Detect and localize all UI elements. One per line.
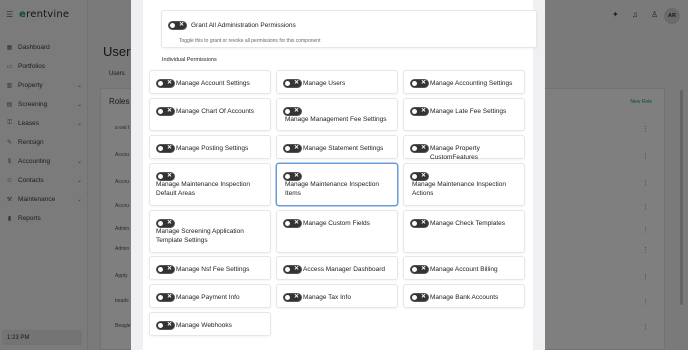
permission-label: Manage Property CustomFeatures — [430, 145, 480, 161]
x-icon: ✕ — [293, 294, 299, 300]
permission-label: Manage Management Fee Settings — [285, 116, 387, 123]
permission-card: ✕ Manage Payment Info — [149, 284, 271, 308]
permission-card: ✕ Manage Account Settings — [149, 70, 271, 94]
permission-card: ✕ Manage Users — [276, 70, 398, 94]
permission-toggle[interactable]: ✕ — [156, 265, 175, 274]
x-icon: ✕ — [166, 266, 172, 272]
permission-label: Manage Tax Info — [303, 294, 351, 301]
permission-card: ✕ Manage Tax Info — [276, 284, 398, 308]
permission-card: ✕ Manage Bank Accounts — [403, 284, 525, 308]
permission-label: Manage Posting Settings — [176, 145, 249, 152]
permission-card: ✕ Manage Maintenance Inspection Default A… — [149, 163, 271, 206]
x-icon: ✕ — [420, 294, 426, 300]
permission-label: Manage Accounting Settings — [430, 80, 513, 87]
grant-all-toggle[interactable]: ✕ — [168, 21, 187, 30]
permission-card: ✕ Access Manager Dashboard — [276, 256, 398, 280]
permission-card: ✕ Manage Check Templates — [403, 210, 525, 253]
permission-toggle[interactable]: ✕ — [283, 144, 302, 153]
x-icon: ✕ — [166, 80, 172, 86]
x-icon: ✕ — [293, 266, 299, 272]
permissions-modal-body: ✕ Grant All Administration Permissions T… — [143, 0, 537, 350]
permission-card: ✕ Manage Custom Fields — [276, 210, 398, 253]
permission-label: Manage Maintenance Inspection Items — [285, 181, 379, 197]
permission-label: Manage Chart Of Accounts — [176, 108, 255, 115]
permission-label: Access Manager Dashboard — [303, 266, 386, 273]
x-icon: ✕ — [166, 294, 172, 300]
x-icon: ✕ — [178, 22, 184, 28]
permission-label: Manage Screening Application Template Se… — [156, 228, 244, 244]
x-icon: ✕ — [166, 322, 172, 328]
permission-card: ✕ Manage Management Fee Settings — [276, 98, 398, 131]
permissions-modal: ✕ Grant All Administration Permissions T… — [131, 0, 545, 350]
permission-toggle[interactable]: ✕ — [410, 293, 429, 302]
permission-label: Manage Account Billing — [430, 266, 498, 273]
section-title: Individual Permissions — [162, 57, 217, 63]
permission-toggle[interactable]: ✕ — [410, 144, 429, 153]
permission-card: ✕ Manage Chart Of Accounts — [149, 98, 271, 131]
permission-toggle[interactable]: ✕ — [283, 219, 302, 228]
x-icon: ✕ — [420, 266, 426, 272]
permission-card: ✕ Manage Posting Settings — [149, 135, 271, 159]
x-icon: ✕ — [420, 108, 426, 114]
x-icon: ✕ — [293, 145, 299, 151]
permission-card: ✕ Manage Property CustomFeatures — [403, 135, 525, 161]
x-icon: ✕ — [420, 220, 426, 226]
permission-card: ✕ Manage Maintenance Inspection Actions — [403, 163, 525, 206]
permission-card: ✕ Manage Screening Application Template S… — [149, 210, 271, 253]
permission-card: ✕ Manage Account Billing — [403, 256, 525, 280]
permission-toggle[interactable]: ✕ — [410, 219, 429, 228]
permission-label: Manage Users — [303, 80, 346, 87]
permission-label: Manage Webhooks — [176, 322, 232, 329]
permission-label: Manage Statement Settings — [303, 145, 384, 152]
permission-label: Manage Nsf Fee Settings — [176, 266, 250, 273]
permission-toggle[interactable]: ✕ — [283, 293, 302, 302]
permission-toggle[interactable]: ✕ — [156, 144, 175, 153]
grant-all-help: Toggle this to grant or revoke all permi… — [179, 38, 321, 44]
permission-toggle[interactable]: ✕ — [156, 107, 175, 116]
permission-label: Manage Custom Fields — [303, 220, 370, 227]
permission-label: Manage Maintenance Inspection Actions — [412, 181, 506, 197]
permission-toggle[interactable]: ✕ — [410, 265, 429, 274]
permission-label: Manage Maintenance Inspection Default Ar… — [156, 181, 250, 197]
grant-all-label: Grant All Administration Permissions — [191, 22, 296, 29]
permission-card: ✕ Manage Nsf Fee Settings — [149, 256, 271, 280]
x-icon: ✕ — [293, 220, 299, 226]
permission-card: ✕ Manage Late Fee Settings — [403, 98, 525, 131]
permission-toggle[interactable]: ✕ — [283, 265, 302, 274]
permission-label: Manage Bank Accounts — [430, 294, 499, 301]
permission-card: ✕ Manage Maintenance Inspection Items — [276, 163, 398, 206]
permission-toggle[interactable]: ✕ — [410, 79, 429, 88]
permission-card: ✕ Manage Webhooks — [149, 312, 271, 336]
permission-card: ✕ Manage Statement Settings — [276, 135, 398, 159]
permission-label: Manage Late Fee Settings — [430, 108, 507, 115]
permission-toggle[interactable]: ✕ — [410, 107, 429, 116]
permission-card: ✕ Manage Accounting Settings — [403, 70, 525, 94]
permission-label: Manage Payment Info — [176, 294, 240, 301]
x-icon: ✕ — [166, 108, 172, 114]
x-icon: ✕ — [420, 80, 426, 86]
permission-toggle[interactable]: ✕ — [156, 79, 175, 88]
x-icon: ✕ — [166, 145, 172, 151]
x-icon: ✕ — [420, 145, 426, 151]
permission-toggle[interactable]: ✕ — [156, 293, 175, 302]
grant-all-card: ✕ Grant All Administration Permissions T… — [161, 10, 537, 48]
permission-label: Manage Account Settings — [176, 80, 250, 87]
permission-toggle[interactable]: ✕ — [156, 321, 175, 330]
permission-label: Manage Check Templates — [430, 220, 506, 227]
permission-toggle[interactable]: ✕ — [283, 79, 302, 88]
x-icon: ✕ — [293, 80, 299, 86]
